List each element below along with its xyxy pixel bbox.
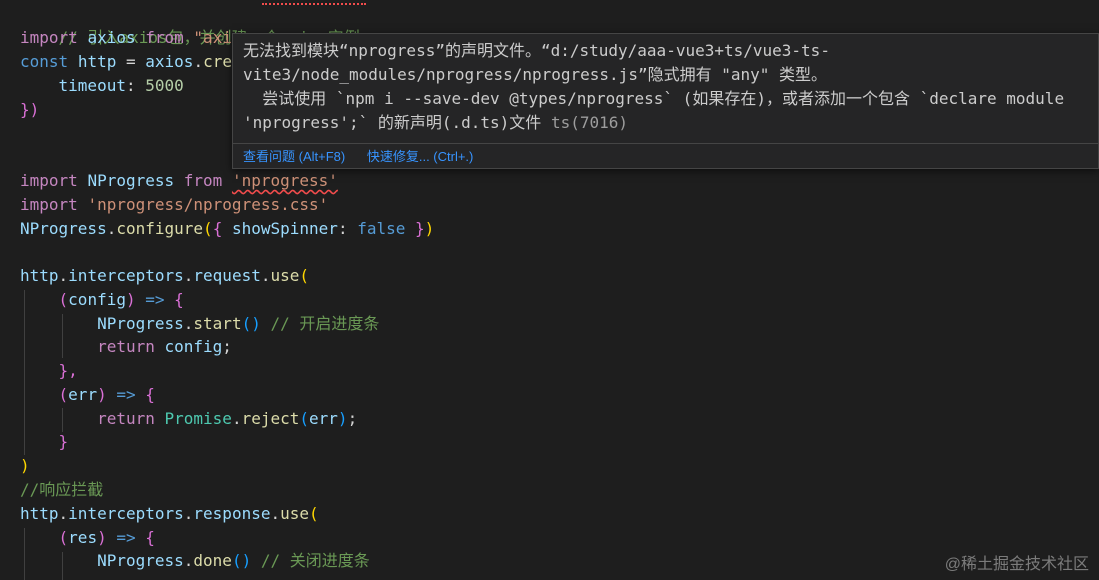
code-line: NProgress.configure({ showSpinner: false…: [20, 219, 435, 238]
property: request: [193, 266, 261, 285]
keyword: return: [97, 409, 155, 428]
keyword: from: [145, 28, 184, 47]
arrow-operator: =>: [116, 528, 136, 547]
code-line: ): [20, 454, 30, 478]
property: response: [193, 504, 271, 523]
hover-message: 无法找到模块“nprogress”的声明文件。“d:/study/aaa-vue…: [243, 39, 1099, 135]
code-comment: // 关闭进度条: [260, 551, 370, 570]
hover-divider: [233, 143, 1098, 144]
identifier: http: [20, 266, 59, 285]
property: showSpinner: [231, 219, 338, 238]
view-problem-link[interactable]: 查看问题 (Alt+F8): [243, 149, 345, 164]
code-line: NProgress.done() // 关闭进度条: [97, 551, 370, 570]
class-name: Promise: [164, 409, 232, 428]
hover-message-line: vite3/node_modules/nprogress/nprogress.j…: [243, 65, 828, 84]
identifier: NProgress: [97, 314, 184, 333]
error-code: ts(7016): [550, 113, 628, 132]
property: interceptors: [68, 504, 184, 523]
method-name: start: [193, 314, 242, 333]
keyword: import: [20, 28, 78, 47]
identifier: config: [164, 337, 223, 356]
parameter: config: [68, 290, 126, 309]
hover-message-text: 'nprogress';` 的新声明(.d.ts)文件: [243, 113, 551, 132]
method-name: use: [270, 266, 300, 285]
code-line: (res) => {: [58, 528, 155, 547]
watermark: @稀土掘金技术社区: [944, 556, 1089, 573]
error-hover-tooltip[interactable]: 无法找到模块“nprogress”的声明文件。“d:/study/aaa-vue…: [232, 33, 1099, 169]
code-comment: //响应拦截: [20, 480, 104, 499]
identifier: NProgress: [87, 171, 175, 190]
keyword: const: [20, 52, 69, 71]
code-line: http.interceptors.response.use(: [20, 504, 319, 523]
operator: =: [125, 52, 136, 71]
string-literal: "axi: [193, 28, 232, 47]
parameter: res: [68, 528, 98, 547]
code-line: return Promise.reject(err);: [97, 409, 358, 428]
identifier: axios: [87, 28, 136, 47]
method-name: use: [280, 504, 310, 523]
bracket: }: [58, 432, 69, 451]
hover-message-line: 无法找到模块“nprogress”的声明文件。“d:/study/aaa-vue…: [243, 41, 830, 60]
code-line: timeout: 5000: [20, 74, 184, 98]
parameter: err: [68, 385, 98, 404]
method-name: configure: [116, 219, 204, 238]
method-name: done: [193, 551, 232, 570]
arrow-operator: =>: [116, 385, 136, 404]
code-line: }): [20, 98, 39, 122]
keyword: return: [97, 337, 155, 356]
punctuation: :: [125, 76, 136, 95]
code-line: }: [20, 430, 69, 454]
identifier: err: [309, 409, 338, 428]
hover-message-line: 'nprogress';` 的新声明(.d.ts)文件 ts(7016): [243, 111, 1099, 135]
number-literal: 5000: [145, 76, 184, 95]
property: interceptors: [68, 266, 184, 285]
bracket: },: [58, 361, 78, 380]
code-line: (config) => {: [58, 290, 184, 309]
method-name: reject: [241, 409, 300, 428]
quick-fix-link[interactable]: 快速修复... (Ctrl+.): [367, 149, 474, 164]
identifier: axios: [145, 52, 194, 71]
arrow-operator: =>: [145, 290, 165, 309]
punctuation: .: [193, 52, 204, 71]
property: timeout: [58, 76, 126, 95]
bracket: ): [20, 456, 30, 475]
string-literal: 'nprogress/nprogress.css': [87, 195, 329, 214]
code-line: http.interceptors.request.use(: [20, 266, 310, 285]
code-editor[interactable]: // 引入axios包，并创建一个axios实例 import axios fr…: [0, 0, 1099, 580]
keyword: import: [20, 171, 78, 190]
code-line: import axios from "axi: [20, 26, 232, 50]
code-line: (err) => {: [58, 385, 155, 404]
code-line: return config;: [97, 337, 232, 356]
keyword: from: [183, 171, 223, 190]
code-line: //响应拦截: [20, 478, 103, 502]
code-line: },: [20, 359, 78, 383]
hover-actions: 查看问题 (Alt+F8) 快速修复... (Ctrl+.): [243, 146, 491, 168]
keyword: import: [20, 195, 78, 214]
identifier: NProgress: [20, 219, 107, 238]
code-line: NProgress.start() // 开启进度条: [97, 314, 380, 333]
identifier: http: [77, 52, 117, 71]
boolean-literal: false: [357, 219, 406, 238]
hover-message-line: 尝试使用 `npm i --save-dev @types/nprogress`…: [243, 89, 1065, 108]
code-line: const http = axios.cre: [20, 50, 232, 74]
identifier: http: [20, 504, 59, 523]
code-comment: // 开启进度条: [270, 314, 380, 333]
bracket: }): [20, 100, 40, 119]
method-name: cre: [203, 52, 232, 71]
code-line: import 'nprogress/nprogress.css': [20, 193, 328, 217]
code-line: import NProgress from 'nprogress': [20, 169, 338, 193]
error-squiggle: [262, 0, 366, 5]
error-module-string[interactable]: 'nprogress': [232, 171, 338, 190]
code-line: // 引入axios包，并创建一个axios实例: [20, 2, 360, 47]
identifier: NProgress: [97, 551, 184, 570]
